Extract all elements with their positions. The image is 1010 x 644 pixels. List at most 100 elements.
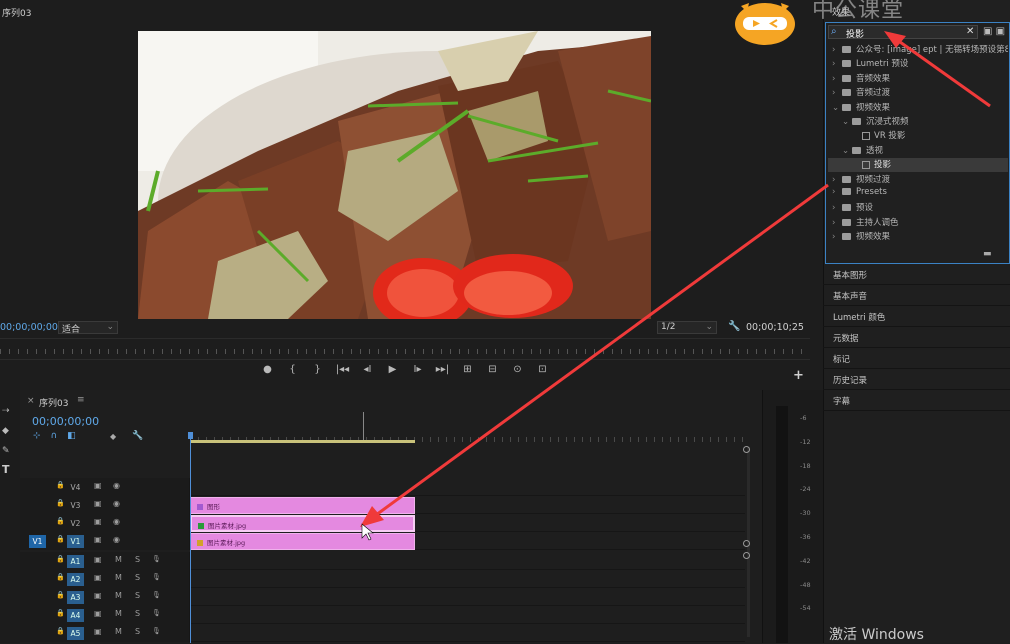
toggle-sync-icon[interactable]: ▣: [94, 627, 102, 636]
effects-search-value[interactable]: 投影: [846, 27, 864, 40]
lift-button[interactable]: ⊞: [455, 364, 480, 380]
playhead-handle[interactable]: [188, 432, 193, 439]
chevron-down-icon[interactable]: ⌄: [842, 146, 852, 156]
effects-tree-item[interactable]: › 音频过渡: [828, 86, 1008, 100]
lock-icon[interactable]: 🔒: [56, 573, 65, 581]
new-bin-icon[interactable]: ▬: [983, 249, 992, 259]
audio-track[interactable]: 🔒 A1 ▣ M S 🎙: [20, 552, 745, 570]
toggle-sync-icon[interactable]: ▣: [94, 481, 102, 490]
track-name[interactable]: V1: [67, 535, 84, 548]
effects-tree-item[interactable]: › Lumetri 预设: [828, 57, 1008, 71]
lock-icon[interactable]: 🔒: [56, 535, 65, 543]
accelerated-effects-icon[interactable]: ▣ ▣: [983, 26, 1005, 37]
effects-tree-item[interactable]: › 预设: [828, 201, 1008, 215]
timeline-clip[interactable]: 图片素材.jpg: [190, 515, 415, 532]
toggle-sync-icon[interactable]: ▣: [94, 517, 102, 526]
panel-essential-sound[interactable]: 基本声音: [823, 285, 1010, 306]
program-title[interactable]: 序列03: [2, 6, 31, 19]
timeline-timecode[interactable]: 00;00;00;00: [32, 415, 99, 428]
mute-button[interactable]: M: [115, 609, 122, 618]
export-frame-button[interactable]: ⊙: [505, 364, 530, 380]
timeline-tab[interactable]: 序列03: [39, 396, 68, 409]
toggle-sync-icon[interactable]: ▣: [94, 591, 102, 600]
eye-icon[interactable]: ◉: [113, 499, 120, 508]
panel-history[interactable]: 历史记录: [823, 369, 1010, 390]
chevron-right-icon[interactable]: ›: [832, 218, 842, 228]
solo-button[interactable]: S: [135, 627, 140, 636]
microphone-icon[interactable]: 🎙: [152, 555, 161, 563]
chevron-right-icon[interactable]: ›: [832, 45, 842, 55]
go-to-in-button[interactable]: |◂◂: [330, 364, 355, 380]
solo-button[interactable]: S: [135, 573, 140, 582]
audio-track[interactable]: 🔒 A2 ▣ M S 🎙: [20, 570, 745, 588]
timeline-clip[interactable]: 图片素材.jpg: [190, 533, 415, 550]
track-name[interactable]: A1: [67, 555, 84, 568]
timeline-toolbar-icons[interactable]: ⊹∩◧: [33, 431, 86, 441]
resolution-dropdown[interactable]: 1/2 ⌄: [657, 321, 717, 334]
chevron-right-icon[interactable]: ›: [832, 203, 842, 213]
mute-button[interactable]: M: [115, 573, 122, 582]
source-patch[interactable]: V1: [29, 535, 46, 548]
audio-track[interactable]: 🔒 A4 ▣ M S 🎙: [20, 606, 745, 624]
comparison-view-button[interactable]: ⊡: [530, 364, 555, 380]
mark-out-button[interactable]: }: [305, 364, 330, 380]
panel-markers[interactable]: 标记: [823, 348, 1010, 369]
solo-button[interactable]: S: [135, 555, 140, 564]
effects-tree-item[interactable]: ⌄ 视频效果: [828, 101, 1008, 115]
audio-track[interactable]: 🔒 A3 ▣ M S 🎙: [20, 588, 745, 606]
mute-button[interactable]: M: [115, 591, 122, 600]
toggle-sync-icon[interactable]: ▣: [94, 573, 102, 582]
chevron-right-icon[interactable]: ›: [832, 59, 842, 69]
lock-icon[interactable]: 🔒: [56, 591, 65, 599]
panel-essential-graphics[interactable]: 基本图形: [823, 264, 1010, 285]
marker-icon[interactable]: ◆: [110, 432, 116, 441]
program-scrub-bar[interactable]: [0, 338, 810, 360]
chevron-down-icon[interactable]: ⌄: [832, 103, 842, 113]
step-back-button[interactable]: ◂I: [355, 364, 380, 380]
fit-dropdown[interactable]: 适合 ⌄: [58, 321, 118, 335]
panel-metadata[interactable]: 元数据: [823, 327, 1010, 348]
mute-button[interactable]: M: [115, 555, 122, 564]
mute-button[interactable]: M: [115, 627, 122, 636]
extract-button[interactable]: ⊟: [480, 364, 505, 380]
effects-tree-item[interactable]: › 主持人调色: [828, 216, 1008, 230]
scroll-handle-top[interactable]: [743, 446, 750, 453]
wrench-icon[interactable]: 🔧: [132, 431, 143, 441]
menu-icon[interactable]: ≡: [77, 395, 85, 405]
razor-icon[interactable]: ◆: [2, 426, 9, 436]
effects-tree-item[interactable]: › 公众号: [image] ept | 无锡转场预设第8: [828, 43, 1008, 57]
track-name[interactable]: A3: [67, 591, 84, 604]
audio-track[interactable]: 🔒 A5 ▣ M S 🎙: [20, 624, 745, 642]
effects-tree-item[interactable]: 投影: [828, 158, 1008, 173]
add-marker-button[interactable]: ●: [255, 364, 280, 380]
effects-tree-item[interactable]: › 视频过渡: [828, 173, 1008, 187]
chevron-right-icon[interactable]: ›: [832, 232, 842, 242]
lock-icon[interactable]: 🔒: [56, 517, 65, 525]
track-name[interactable]: V2: [67, 517, 84, 530]
type-tool-icon[interactable]: T: [2, 463, 10, 476]
effects-tree-item[interactable]: › 视频效果: [828, 230, 1008, 244]
toggle-sync-icon[interactable]: ▣: [94, 555, 102, 564]
chevron-right-icon[interactable]: ›: [832, 175, 842, 185]
effects-tree-item[interactable]: ⌄ 透视: [828, 144, 1008, 158]
track-name[interactable]: A4: [67, 609, 84, 622]
work-area-bar[interactable]: [190, 440, 415, 443]
solo-button[interactable]: S: [135, 609, 140, 618]
playhead-line[interactable]: [190, 432, 191, 643]
track-name[interactable]: A5: [67, 627, 84, 640]
track-name[interactable]: A2: [67, 573, 84, 586]
track-select-icon[interactable]: ⇢: [2, 406, 10, 416]
timeline-clip[interactable]: 图形: [190, 497, 415, 514]
lock-icon[interactable]: 🔒: [56, 555, 65, 563]
chevron-right-icon[interactable]: ›: [832, 187, 842, 197]
lock-icon[interactable]: 🔒: [56, 481, 65, 489]
eye-icon[interactable]: ◉: [113, 535, 120, 544]
panel-lumetri-color[interactable]: Lumetri 颜色: [823, 306, 1010, 327]
solo-button[interactable]: S: [135, 591, 140, 600]
playhead-timecode[interactable]: 00;00;00;00: [0, 322, 58, 333]
eye-icon[interactable]: ◉: [113, 481, 120, 490]
pen-icon[interactable]: ✎: [2, 446, 10, 456]
microphone-icon[interactable]: 🎙: [152, 591, 161, 599]
track-name[interactable]: V3: [67, 499, 84, 512]
microphone-icon[interactable]: 🎙: [152, 627, 161, 635]
